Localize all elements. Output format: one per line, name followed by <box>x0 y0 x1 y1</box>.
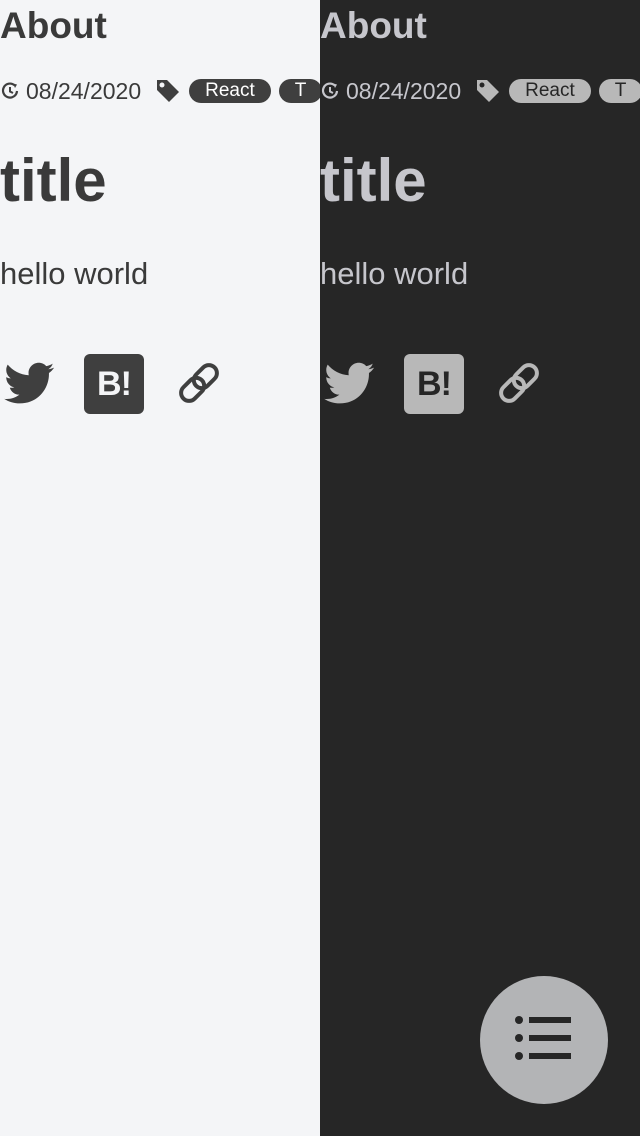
post-meta: 08/24/2020 React T <box>0 76 320 106</box>
tag-pill[interactable]: React <box>189 79 271 103</box>
post-title: title <box>0 147 107 214</box>
tag-icon <box>475 78 501 104</box>
toc-fab-button[interactable] <box>480 976 608 1104</box>
post-title: title <box>320 147 427 214</box>
hatena-bookmark-button[interactable]: B! <box>84 354 144 414</box>
tag-icon <box>155 78 181 104</box>
dark-theme-pane: About 08/24/2020 React T title hello wor… <box>320 0 640 1136</box>
light-theme-pane: About 08/24/2020 React T title hello wor… <box>0 0 320 1136</box>
clock-icon <box>0 81 20 101</box>
share-buttons: B! <box>320 352 640 416</box>
post-date: 08/24/2020 <box>26 78 142 104</box>
twitter-icon[interactable] <box>322 358 378 408</box>
clock-icon <box>320 81 340 101</box>
post-meta: 08/24/2020 React T <box>320 76 640 106</box>
list-icon <box>515 1014 573 1067</box>
page-title: About <box>0 5 107 46</box>
hatena-bookmark-button[interactable]: B! <box>404 354 464 414</box>
twitter-icon[interactable] <box>2 358 58 408</box>
link-icon[interactable] <box>174 358 224 408</box>
tag-pill[interactable]: T <box>598 79 640 103</box>
post-body: hello world <box>320 256 469 291</box>
page-title: About <box>320 5 427 46</box>
tag-pill[interactable]: React <box>509 79 591 103</box>
share-buttons: B! <box>0 352 320 416</box>
tag-pill[interactable]: T <box>278 79 320 103</box>
post-body: hello world <box>0 256 149 291</box>
post-date: 08/24/2020 <box>346 78 462 104</box>
link-icon[interactable] <box>494 358 544 408</box>
